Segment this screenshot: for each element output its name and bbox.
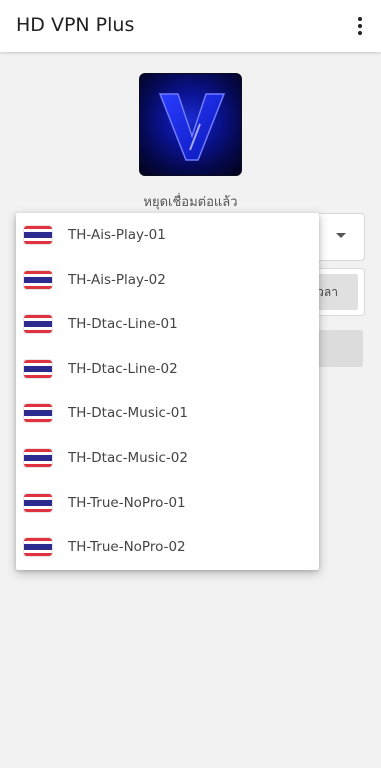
thailand-flag-icon xyxy=(23,537,53,558)
thailand-flag-icon xyxy=(23,225,53,245)
server-item[interactable]: TH-Ais-Play-01 xyxy=(16,213,319,258)
server-item-label: TH-Dtac-Music-01 xyxy=(68,405,188,422)
thailand-flag-icon xyxy=(23,492,53,513)
dropdown-arrow-icon[interactable] xyxy=(336,233,346,238)
server-dropdown-list: TH-Ais-Play-01 TH-Ais-Play-02 TH-Dtac-Li… xyxy=(16,213,319,570)
app-bar: HD VPN Plus xyxy=(0,0,381,52)
overflow-menu-icon[interactable] xyxy=(348,13,372,39)
server-item[interactable]: TH-Dtac-Music-02 xyxy=(16,436,319,481)
thailand-flag-icon xyxy=(23,358,53,379)
server-item-label: TH-Ais-Play-02 xyxy=(68,271,166,288)
server-item-label: TH-True-NoPro-02 xyxy=(68,539,186,556)
server-item-label: TH-Dtac-Music-02 xyxy=(68,449,188,466)
connection-status: หยุดเชื่อมต่อแล้ว xyxy=(143,195,238,210)
thailand-flag-icon xyxy=(23,447,53,468)
thailand-flag-icon xyxy=(23,314,53,335)
connect-button[interactable] xyxy=(318,330,363,367)
app-logo xyxy=(139,73,242,176)
server-item[interactable]: TH-Dtac-Music-01 xyxy=(16,391,319,436)
server-item-label: TH-Dtac-Line-01 xyxy=(68,316,178,333)
server-item-label: TH-Ais-Play-01 xyxy=(68,227,166,243)
server-item[interactable]: TH-True-NoPro-01 xyxy=(16,481,319,526)
server-item-label: TH-Dtac-Line-02 xyxy=(68,360,178,377)
server-item[interactable]: TH-Dtac-Line-02 xyxy=(16,347,319,392)
server-item-label: TH-True-NoPro-01 xyxy=(68,494,186,511)
thailand-flag-icon xyxy=(23,269,53,290)
server-item[interactable]: TH-Ais-Play-02 xyxy=(16,258,319,303)
thailand-flag-icon xyxy=(23,403,53,424)
app-title: HD VPN Plus xyxy=(16,14,135,36)
v-logo-icon xyxy=(158,93,226,161)
server-item[interactable]: TH-Dtac-Line-01 xyxy=(16,302,319,347)
server-item[interactable]: TH-True-NoPro-02 xyxy=(16,525,319,570)
